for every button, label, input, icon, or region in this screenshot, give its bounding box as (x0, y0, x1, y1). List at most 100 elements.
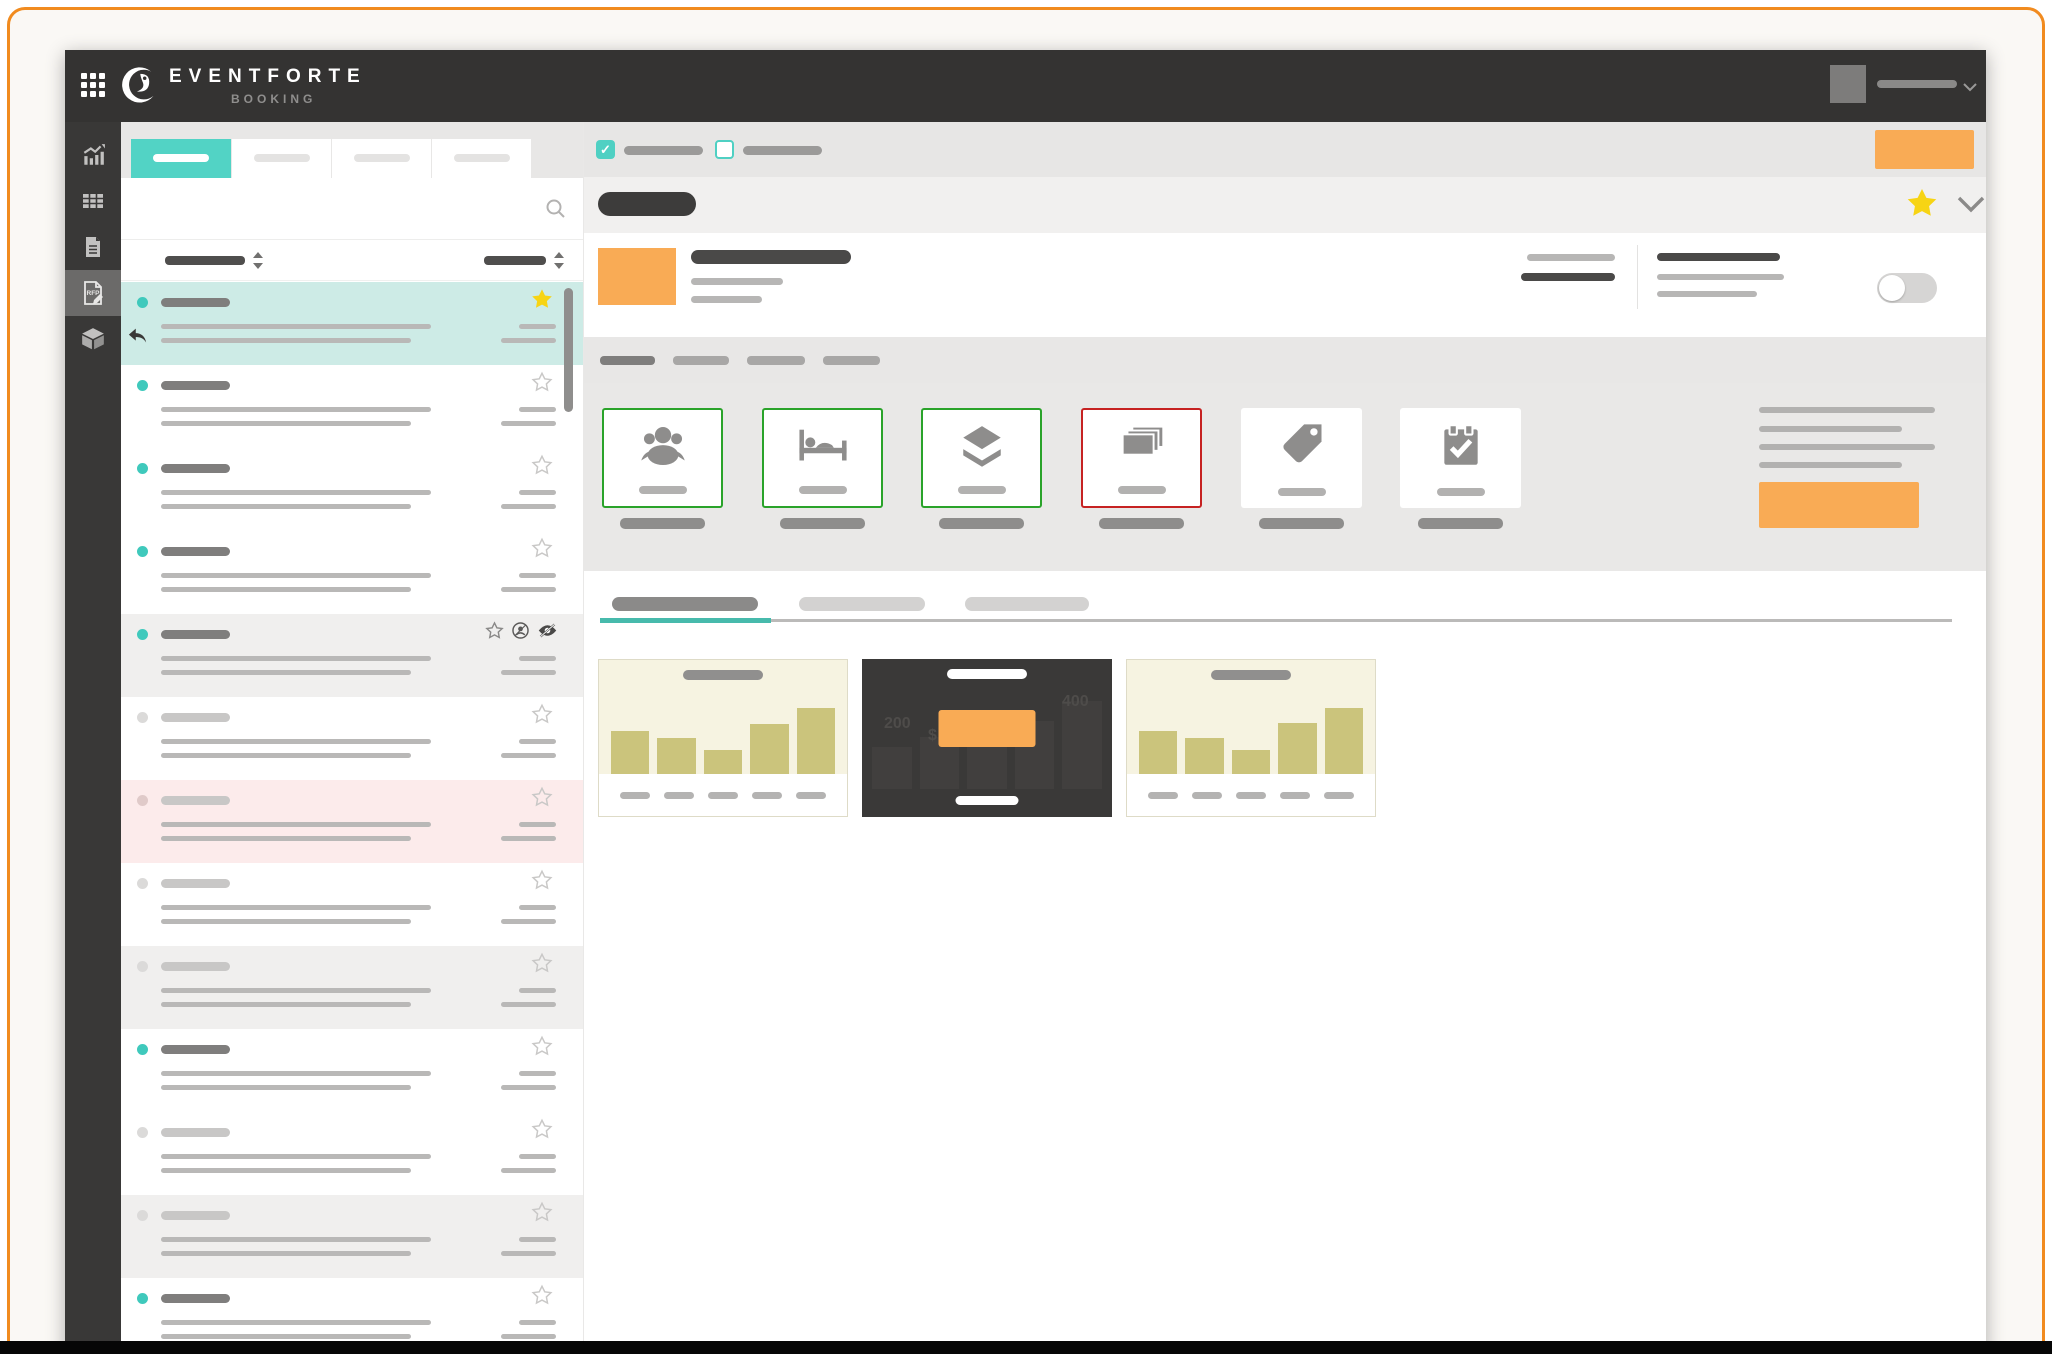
ghost-axis-value: 400 (1062, 693, 1089, 711)
star-outline-icon (533, 456, 551, 473)
feature-action-button[interactable] (1759, 482, 1919, 528)
list-scrollbar-thumb[interactable] (564, 288, 573, 412)
feature-card-copies[interactable] (1081, 408, 1202, 508)
list-item[interactable] (121, 1112, 583, 1195)
ghost-axis-value: 200 (884, 715, 911, 733)
report-card-hovered[interactable]: 200 $ 400 (862, 659, 1112, 817)
list-item[interactable] (121, 614, 583, 697)
favorite-star-button[interactable] (531, 1201, 553, 1223)
item-meta-placeholder (519, 490, 556, 495)
sidebar-item-packages[interactable] (65, 316, 121, 362)
favorite-star-button[interactable] (531, 786, 553, 808)
favorite-star-button[interactable] (531, 1284, 553, 1306)
status-dot (137, 546, 148, 557)
detail-toolbar: ✓ (584, 122, 1986, 177)
card-caption-placeholder (1278, 488, 1326, 496)
sidebar-item-tables[interactable] (65, 178, 121, 224)
list-item[interactable] (121, 697, 583, 780)
feature-card-tasks[interactable] (1400, 408, 1521, 508)
tab-label-placeholder (454, 154, 510, 162)
status-toggle-off[interactable] (1877, 273, 1937, 303)
item-line-placeholder (161, 670, 411, 675)
favorite-star-button[interactable] (531, 703, 553, 725)
collapse-chevron-icon[interactable] (1956, 195, 1986, 218)
view-report-button[interactable] (939, 710, 1036, 747)
list-item[interactable] (121, 946, 583, 1029)
list-item[interactable] (121, 448, 583, 531)
hidden-eye-icon[interactable] (537, 621, 558, 640)
tab-label-placeholder (354, 154, 410, 162)
subtab-1[interactable] (600, 356, 655, 365)
user-name-placeholder (1877, 80, 1957, 88)
feature-card-pricing[interactable] (1241, 408, 1362, 508)
content-tab-2[interactable] (799, 597, 925, 611)
status-dot (137, 629, 148, 640)
list-item[interactable] (121, 1195, 583, 1278)
package-icon (80, 326, 106, 352)
search-icon[interactable] (545, 198, 567, 225)
rfp-edit-icon: RFP (80, 280, 106, 306)
sidebar-item-documents[interactable] (65, 224, 121, 270)
list-item[interactable] (121, 780, 583, 863)
item-meta-placeholder (519, 324, 556, 329)
feature-card-layers[interactable] (921, 408, 1042, 508)
favorite-star-button[interactable] (531, 1118, 553, 1140)
star-outline-icon (533, 1037, 551, 1054)
list-item[interactable] (121, 863, 583, 946)
item-line-placeholder (161, 1002, 411, 1007)
item-meta-placeholder (519, 656, 556, 661)
favorite-star-button[interactable] (531, 537, 553, 559)
content-tab-3[interactable] (965, 597, 1089, 611)
content-tab-active[interactable] (612, 597, 758, 611)
list-item[interactable] (121, 1029, 583, 1112)
list-item[interactable] (121, 531, 583, 614)
status-dot (137, 795, 148, 806)
favorite-star-button[interactable] (531, 952, 553, 974)
list-tab-1[interactable] (131, 139, 231, 178)
filter-checkbox-checked[interactable]: ✓ (596, 140, 615, 159)
favorite-star-button[interactable] (531, 454, 553, 476)
star-outline-icon[interactable] (485, 621, 504, 640)
detail-header-card (584, 233, 1986, 337)
search-input[interactable] (121, 178, 583, 240)
item-meta-placeholder (501, 587, 556, 592)
item-meta-placeholder (519, 822, 556, 827)
swan-logo-icon[interactable] (115, 64, 159, 113)
favorite-star-button[interactable] (531, 869, 553, 891)
subtab-3[interactable] (747, 356, 805, 365)
user-menu-chevron-icon[interactable] (1963, 79, 1977, 97)
favorite-star-button[interactable] (531, 288, 553, 310)
tab-label-placeholder (153, 154, 209, 162)
feature-card-attendees[interactable] (602, 408, 723, 508)
chart-title-placeholder (683, 670, 763, 680)
feature-card-rooms[interactable] (762, 408, 883, 508)
list-item[interactable] (121, 365, 583, 448)
user-avatar[interactable] (1830, 65, 1866, 103)
list-item[interactable] (121, 282, 583, 365)
favorite-star-icon[interactable] (1906, 187, 1938, 224)
subtab-2[interactable] (673, 356, 729, 365)
tag-icon (1276, 420, 1328, 472)
apps-grid-icon[interactable] (81, 73, 107, 99)
sidebar-item-rfp[interactable]: RFP (65, 270, 121, 316)
star-outline-icon (533, 1120, 551, 1137)
item-title-placeholder (161, 464, 230, 473)
subtab-4[interactable] (823, 356, 880, 365)
list-tab-2[interactable] (231, 139, 331, 178)
primary-action-button[interactable] (1875, 130, 1974, 169)
list-tab-3[interactable] (331, 139, 431, 178)
sort-arrows-icon[interactable] (554, 252, 564, 269)
filter-checkbox-unchecked[interactable] (715, 140, 734, 159)
venue-image-placeholder[interactable] (598, 248, 676, 305)
sidebar-item-stats[interactable] (65, 132, 121, 178)
sort-arrows-icon[interactable] (253, 252, 263, 269)
favorite-star-button[interactable] (531, 1035, 553, 1057)
tab-label-placeholder (254, 154, 310, 162)
item-meta-placeholder (519, 988, 556, 993)
report-card-chart[interactable] (598, 659, 848, 817)
report-card-chart[interactable] (1126, 659, 1376, 817)
assignee-icon[interactable] (511, 621, 530, 640)
list-tab-4[interactable] (431, 139, 531, 178)
attendees-icon (634, 422, 692, 470)
favorite-star-button[interactable] (531, 371, 553, 393)
